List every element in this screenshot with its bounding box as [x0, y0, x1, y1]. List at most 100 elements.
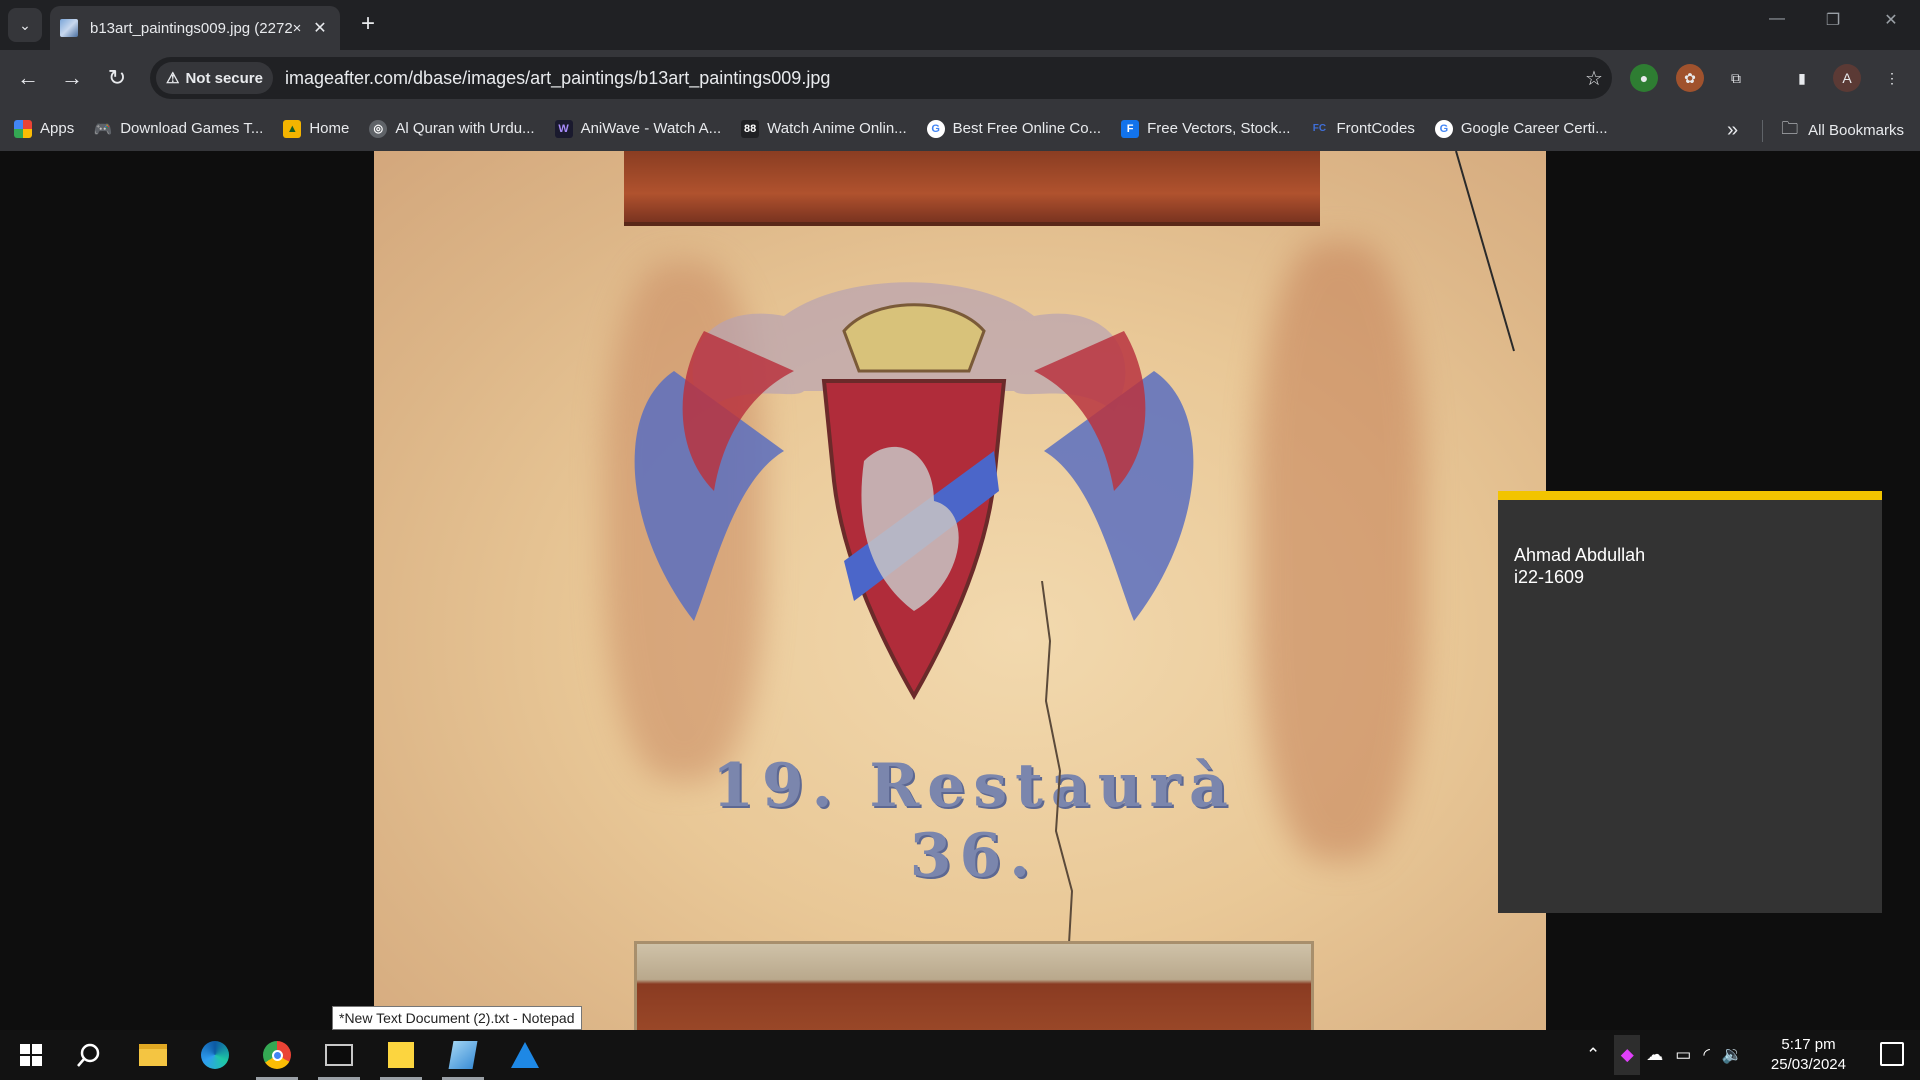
bookmark-frontcodes[interactable]: FC FrontCodes [1310, 120, 1415, 138]
tray-app-icon[interactable]: ◆ [1614, 1035, 1641, 1075]
taskbar-chrome[interactable] [252, 1030, 302, 1080]
toolbar: ← → ↻ ⚠ Not secure imageafter.com/dbase/… [0, 50, 1920, 106]
wall-wire [1455, 151, 1515, 352]
edge-icon [201, 1041, 229, 1069]
taskbar-terminal[interactable] [314, 1030, 364, 1080]
arrow-left-icon: ← [17, 65, 39, 90]
taskbar-tooltip: *New Text Document (2).txt - Notepad [332, 1006, 582, 1030]
terminal-icon [325, 1044, 353, 1066]
taskbar-clock[interactable]: 5:17 pm 25/03/2024 [1771, 1035, 1846, 1075]
extensions-puzzle-icon[interactable]: ⧉ [1722, 64, 1750, 92]
minimize-button[interactable]: — [1762, 10, 1792, 28]
bookmark-label: FrontCodes [1336, 120, 1415, 137]
extension-cookie-icon[interactable]: ✿ [1676, 64, 1704, 92]
bookmark-label: Watch Anime Onlin... [767, 120, 907, 137]
tab-search-button[interactable]: ⌄ [8, 8, 42, 42]
close-window-button[interactable]: ✕ [1876, 10, 1906, 30]
bookmarks-overflow-button[interactable]: » [1727, 119, 1738, 142]
start-button[interactable] [6, 1030, 56, 1080]
volume-icon[interactable]: 🔉 [1722, 1045, 1743, 1065]
system-tray: ⌃ ◆ ☁ ▭ ◜ 🔉 [1586, 1030, 1743, 1080]
bookmark-label: AniWave - Watch A... [580, 120, 722, 137]
bookmark-free-vectors[interactable]: F Free Vectors, Stock... [1121, 119, 1291, 138]
door-frame [634, 941, 1314, 1030]
bookmark-label: Al Quran with Urdu... [395, 120, 535, 137]
app-sail-icon [511, 1042, 539, 1068]
security-chip[interactable]: ⚠ Not secure [156, 62, 273, 94]
bookmarks-right: » 🗀 All Bookmarks [1727, 116, 1904, 145]
address-bar[interactable]: ⚠ Not secure imageafter.com/dbase/images… [150, 57, 1612, 99]
warning-icon: ⚠ [166, 70, 180, 87]
search-button[interactable] [64, 1030, 114, 1080]
clock-date: 25/03/2024 [1770, 1056, 1846, 1073]
helmet-crown [842, 303, 986, 373]
reload-icon: ↻ [107, 65, 127, 90]
gamepad-icon: 🎮 [93, 120, 113, 138]
menu-kebab-icon[interactable]: ⋮ [1878, 64, 1906, 92]
bookmark-label: Apps [40, 120, 75, 137]
google-icon: G [1434, 119, 1453, 138]
taskbar-edge[interactable] [190, 1030, 240, 1080]
google-icon: G [926, 119, 945, 138]
tab-strip: ⌄ b13art_paintings009.jpg (2272× ✕ + — ❐… [0, 0, 1920, 50]
taskbar-sticky-notes[interactable] [376, 1030, 426, 1080]
bookmark-download-games[interactable]: 🎮 Download Games T... [94, 120, 263, 138]
image-favicon-icon [60, 19, 78, 37]
new-tab-button[interactable]: + [355, 12, 381, 38]
search-icon [77, 1043, 100, 1067]
taskbar: ⌃ ◆ ☁ ▭ ◜ 🔉 5:17 pm 25/03/2024 [0, 1030, 1920, 1080]
bookmark-best-free-online[interactable]: G Best Free Online Co... [926, 119, 1102, 138]
side-panel-icon[interactable]: ▮ [1788, 64, 1816, 92]
bookmark-star-icon[interactable]: ☆ [1576, 66, 1612, 91]
anime-site-icon: 88 [741, 119, 760, 138]
taskbar-file-explorer[interactable] [128, 1030, 178, 1080]
displayed-image[interactable]: 19. Restaurà 36. [374, 151, 1546, 1030]
chrome-icon [263, 1041, 291, 1069]
cloud-icon[interactable]: ☁ [1646, 1045, 1663, 1065]
bookmark-label: Best Free Online Co... [952, 120, 1102, 137]
overlay-id: i22-1609 [1514, 567, 1585, 587]
back-button[interactable]: ← [12, 62, 44, 94]
freepik-icon: F [1121, 119, 1140, 138]
coat-of-arms [634, 151, 1515, 701]
bookmark-label: Google Career Certi... [1460, 120, 1608, 137]
reload-button[interactable]: ↻ [101, 62, 133, 94]
notification-center-icon[interactable] [1880, 1042, 1904, 1066]
restore-button[interactable]: ❐ [1818, 10, 1848, 30]
battery-icon[interactable]: ▭ [1675, 1045, 1691, 1065]
apps-grid-icon [14, 119, 32, 138]
wall-crack [1041, 581, 1074, 961]
forward-button[interactable]: → [56, 62, 88, 94]
bookmark-apps[interactable]: Apps [14, 119, 75, 138]
sticky-notes-icon [388, 1042, 414, 1068]
extension-colorful-icon[interactable]: ● [1630, 64, 1658, 92]
aniwave-icon: W [554, 119, 573, 138]
taskbar-notepad[interactable] [438, 1030, 488, 1080]
bookmark-google-career[interactable]: G Google Career Certi... [1434, 119, 1608, 138]
bookmarks-bar: Apps 🎮 Download Games T... ▲ Home ◎ Al Q… [0, 106, 1920, 151]
url-text[interactable]: imageafter.com/dbase/images/art_painting… [285, 68, 1576, 89]
sticky-note-overlay[interactable]: Ahmad Abdullah i22-1609 [1498, 491, 1882, 913]
bookmark-label: Free Vectors, Stock... [1147, 120, 1291, 137]
bookmark-watch-anime[interactable]: 88 Watch Anime Onlin... [741, 119, 907, 138]
bookmark-aniwave[interactable]: W AniWave - Watch A... [554, 119, 722, 138]
bookmark-al-quran[interactable]: ◎ Al Quran with Urdu... [369, 119, 535, 138]
globe-icon: ◎ [369, 119, 388, 138]
tab-close-icon[interactable]: ✕ [310, 18, 330, 38]
all-bookmarks-button[interactable]: All Bookmarks [1808, 122, 1904, 139]
folder-icon [139, 1044, 167, 1066]
bookmarks-divider [1762, 119, 1764, 142]
tab-active[interactable]: b13art_paintings009.jpg (2272× ✕ [50, 6, 340, 50]
profile-avatar[interactable]: A [1833, 64, 1861, 92]
taskbar-app[interactable] [500, 1030, 550, 1080]
browser-chrome: ⌄ b13art_paintings009.jpg (2272× ✕ + — ❐… [0, 0, 1920, 151]
home-icon: ▲ [283, 119, 302, 138]
wifi-icon[interactable]: ◜ [1703, 1045, 1710, 1065]
frontcodes-icon: FC [1312, 123, 1327, 134]
tray-chevron-up-icon[interactable]: ⌃ [1586, 1045, 1600, 1065]
security-label: Not secure [185, 69, 263, 87]
arrow-right-icon: → [61, 65, 83, 90]
bookmark-home[interactable]: ▲ Home [283, 119, 349, 138]
folder-icon: 🗀 [1781, 119, 1799, 138]
clock-time: 5:17 pm [1781, 1036, 1836, 1053]
